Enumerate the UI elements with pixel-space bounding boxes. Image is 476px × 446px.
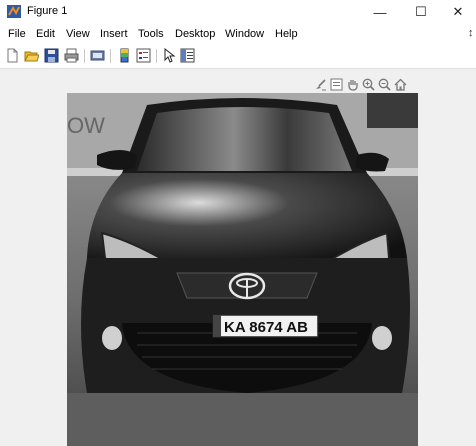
maximize-icon: ☐	[415, 4, 427, 19]
toolbar-separator	[156, 49, 157, 63]
toolbar-separator	[110, 49, 111, 63]
figure-toolbar	[0, 44, 476, 69]
pan-hand-icon[interactable]	[346, 78, 359, 91]
menu-insert[interactable]: Insert	[100, 28, 128, 40]
wall-graffiti: OW	[67, 113, 105, 138]
menu-desktop[interactable]: Desktop	[175, 28, 215, 40]
data-tips-icon[interactable]	[330, 78, 343, 91]
brush-icon[interactable]	[314, 78, 327, 91]
car-image-graphic: OW KA 8674 AB	[67, 93, 418, 446]
maximize-button[interactable]: ☐	[403, 0, 439, 24]
menu-edit[interactable]: Edit	[36, 28, 55, 40]
close-icon: ✕	[452, 4, 464, 19]
menu-window[interactable]: Window	[225, 28, 264, 40]
license-plate-text: KA 8674 AB	[224, 319, 308, 336]
menu-tools[interactable]: Tools	[138, 28, 164, 40]
menu-view[interactable]: View	[66, 28, 90, 40]
menu-bar: File Edit View Insert Tools Desktop Wind…	[0, 24, 476, 44]
car-photo: OW KA 8674 AB	[67, 93, 418, 446]
zoom-out-icon[interactable]	[378, 78, 391, 91]
menu-file[interactable]: File	[8, 28, 26, 40]
print-icon[interactable]	[64, 48, 79, 63]
link-plot-icon[interactable]	[90, 48, 105, 63]
minimize-icon: —	[373, 4, 387, 20]
window-title: Figure 1	[27, 5, 68, 17]
toolbar-separator	[84, 49, 85, 63]
title-bar: Figure 1 — ☐ ✕	[0, 0, 476, 24]
zoom-in-icon[interactable]	[362, 78, 375, 91]
colorbar-icon[interactable]	[117, 48, 132, 63]
new-figure-icon[interactable]	[5, 48, 20, 63]
edit-plot-arrow-icon[interactable]	[162, 48, 177, 63]
restore-home-icon[interactable]	[394, 78, 407, 91]
close-button[interactable]: ✕	[440, 0, 476, 24]
menu-overflow-icon[interactable]: ↕	[468, 27, 474, 39]
property-inspector-icon[interactable]	[180, 48, 195, 63]
legend-icon[interactable]	[136, 48, 151, 63]
minimize-button[interactable]: —	[362, 0, 398, 24]
matlab-figure-icon	[7, 5, 21, 18]
save-icon[interactable]	[44, 48, 59, 63]
menu-help[interactable]: Help	[275, 28, 298, 40]
open-file-icon[interactable]	[24, 48, 39, 63]
